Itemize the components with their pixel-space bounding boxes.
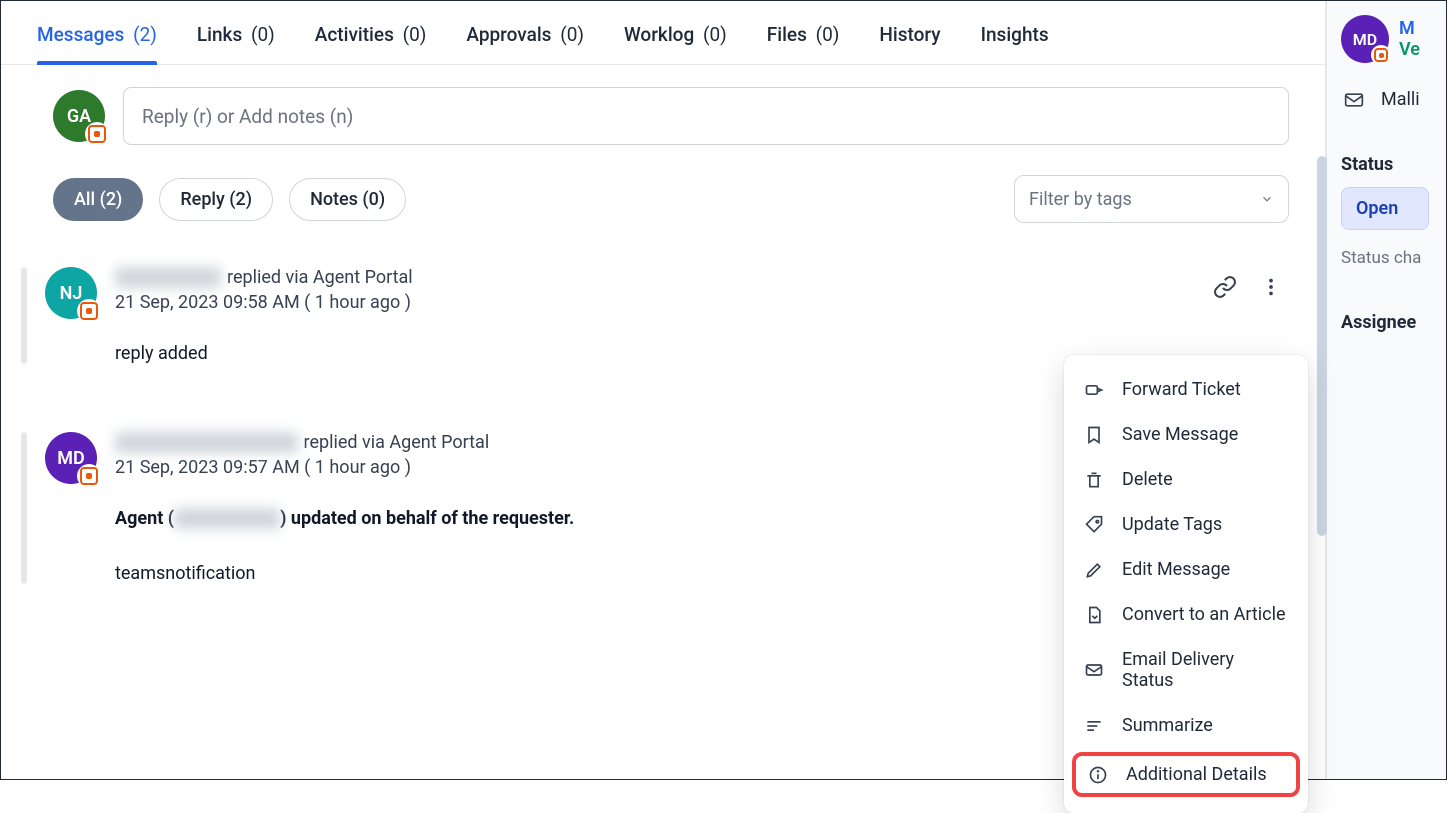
requester-avatar: MD [1341, 15, 1389, 63]
requester-email-row: Malli [1341, 89, 1446, 110]
dd-convert-article[interactable]: Convert to an Article [1064, 592, 1308, 637]
assignee-label: Assignee [1341, 312, 1446, 333]
avatar-badge-icon [1371, 45, 1391, 65]
tab-worklog[interactable]: Worklog (0) [624, 13, 727, 64]
chevron-down-icon [1260, 192, 1274, 206]
message-bold-redacted: ████████ [174, 508, 280, 529]
status-label: Status [1341, 154, 1446, 175]
bookmark-icon [1084, 425, 1104, 445]
message-item: NJ ████████ replied via Agent Portal 21 … [21, 259, 1305, 364]
status-subtext: Status cha [1341, 248, 1446, 268]
filter-row: All (2) Reply (2) Notes (0) Filter by ta… [1, 145, 1325, 223]
tab-activities[interactable]: Activities (0) [315, 13, 427, 64]
tab-links[interactable]: Links (0) [197, 13, 275, 64]
dd-label: Convert to an Article [1122, 604, 1286, 625]
message-avatar: NJ [45, 267, 97, 319]
dd-label: Additional Details [1126, 764, 1267, 785]
requester-status: Ve [1399, 39, 1420, 60]
tab-count: (2) [133, 23, 157, 46]
avatar-initials: MD [1353, 30, 1377, 49]
requester-email-name: Malli [1381, 89, 1420, 110]
filter-reply-pill[interactable]: Reply (2) [159, 178, 273, 221]
avatar-badge-icon [77, 464, 101, 488]
tag-icon [1084, 515, 1104, 535]
tab-messages[interactable]: Messages (2) [37, 13, 157, 64]
tab-label: Files [767, 23, 807, 46]
compose-row: GA Reply (r) or Add notes (n) [1, 65, 1325, 145]
message-avatar: MD [45, 432, 97, 484]
filter-notes-pill[interactable]: Notes (0) [289, 178, 406, 221]
mail-check-icon [1084, 660, 1104, 680]
forward-icon [1084, 380, 1104, 400]
filter-tags-dropdown[interactable]: Filter by tags [1014, 175, 1289, 223]
dd-email-delivery-status[interactable]: Email Delivery Status [1064, 637, 1308, 703]
dd-save-message[interactable]: Save Message [1064, 412, 1308, 457]
tab-count: (0) [703, 23, 727, 46]
pencil-icon [1084, 560, 1104, 580]
more-actions-button[interactable] [1257, 273, 1285, 301]
dd-edit-message[interactable]: Edit Message [1064, 547, 1308, 592]
avatar-initials: MD [57, 448, 84, 469]
avatar-badge-icon [77, 299, 101, 323]
tab-label: Insights [981, 23, 1049, 46]
message-actions-dropdown: Forward Ticket Save Message Delete Updat… [1064, 355, 1308, 813]
avatar-initials: GA [67, 106, 91, 127]
dd-summarize[interactable]: Summarize [1064, 703, 1308, 748]
dd-delete[interactable]: Delete [1064, 457, 1308, 502]
scrollbar[interactable] [1317, 156, 1327, 536]
current-user-avatar: GA [53, 90, 105, 142]
tab-approvals[interactable]: Approvals (0) [466, 13, 584, 64]
tab-insights[interactable]: Insights [981, 13, 1049, 64]
tab-label: Worklog [624, 23, 694, 46]
dd-update-tags[interactable]: Update Tags [1064, 502, 1308, 547]
tab-count: (0) [251, 23, 275, 46]
tabs-bar: Messages (2) Links (0) Activities (0) Ap… [1, 1, 1325, 65]
dd-label: Email Delivery Status [1122, 649, 1288, 691]
message-timestamp: 21 Sep, 2023 09:58 AM ( 1 hour ago ) [115, 292, 1193, 313]
message-accent-bar [21, 267, 27, 364]
filter-all-pill[interactable]: All (2) [53, 178, 143, 221]
tab-label: Approvals [466, 23, 551, 46]
status-dropdown[interactable]: Open [1341, 187, 1429, 230]
tab-label: Messages [37, 23, 124, 46]
message-suffix: replied via Agent Portal [227, 267, 413, 288]
message-suffix: replied via Agent Portal [304, 432, 490, 453]
message-author-redacted: ████████ [115, 267, 221, 288]
tab-label: History [879, 23, 940, 46]
avatar-initials: NJ [60, 283, 83, 304]
dd-label: Update Tags [1122, 514, 1222, 535]
sidebar: MD M Ve Malli Status Open Status cha Ass… [1326, 1, 1446, 779]
dd-label: Edit Message [1122, 559, 1230, 580]
tab-files[interactable]: Files (0) [767, 13, 840, 64]
dd-label: Save Message [1122, 424, 1238, 445]
document-icon [1084, 605, 1104, 625]
tab-history[interactable]: History [879, 13, 940, 64]
info-icon [1088, 765, 1108, 785]
dd-additional-details[interactable]: Additional Details [1072, 752, 1300, 797]
compose-placeholder: Reply (r) or Add notes (n) [142, 105, 353, 128]
requester-initial: M [1399, 18, 1420, 39]
tab-count: (0) [560, 23, 584, 46]
more-vertical-icon [1260, 276, 1282, 298]
tab-count: (0) [403, 23, 427, 46]
avatar-badge-icon [85, 122, 109, 146]
lines-icon [1084, 716, 1104, 736]
tab-count: (0) [816, 23, 840, 46]
dd-label: Delete [1122, 469, 1173, 490]
message-accent-bar [21, 432, 27, 584]
dd-label: Forward Ticket [1122, 379, 1241, 400]
dd-forward-ticket[interactable]: Forward Ticket [1064, 367, 1308, 412]
tab-label: Links [197, 23, 242, 46]
tab-label: Activities [315, 23, 394, 46]
link-icon [1213, 275, 1237, 299]
envelope-icon [1341, 90, 1367, 110]
message-bold-pre: Agent ( [115, 508, 174, 529]
trash-icon [1084, 470, 1104, 490]
compose-input[interactable]: Reply (r) or Add notes (n) [123, 87, 1289, 145]
copy-link-button[interactable] [1211, 273, 1239, 301]
message-bold-post: ) updated on behalf of the requester. [280, 508, 574, 529]
message-author-redacted: ██████████████ [115, 432, 298, 453]
dd-label: Summarize [1122, 715, 1213, 736]
filter-tags-placeholder: Filter by tags [1029, 189, 1132, 210]
